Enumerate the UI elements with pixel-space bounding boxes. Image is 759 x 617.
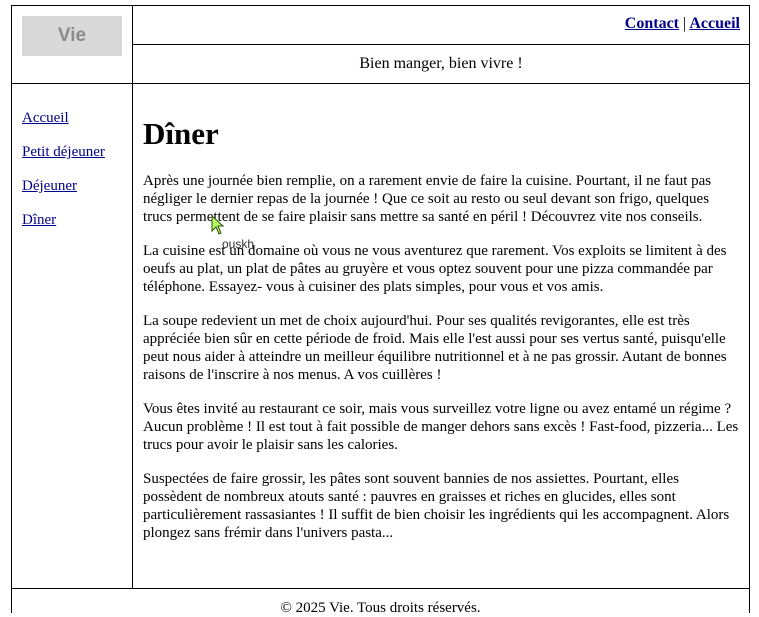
nav-separator: | (683, 15, 687, 32)
site-footer: © 2025 Vie. Tous droits réservés. (280, 600, 481, 616)
article-paragraph-4: Vous êtes invité au restaurant ce soir, … (143, 401, 739, 453)
frame-top-line (12, 5, 749, 6)
site-tagline: Bien manger, bien vivre ! (359, 55, 523, 72)
sidebar-nav: Accueil Petit déjeuner Déjeuner Dîner (22, 109, 105, 245)
page-title: Dîner (143, 116, 219, 151)
main-content: Dîner Après une journée bien remplie, on… (143, 116, 741, 558)
sidebar-item-petit-dejeuner[interactable]: Petit déjeuner (22, 143, 105, 161)
sidebar-item-diner[interactable]: Dîner (22, 211, 105, 229)
frame-right-line (749, 5, 750, 613)
header-bottom-line (12, 83, 749, 84)
article-paragraph-2: La cuisine est un domaine où vous ne vou… (143, 243, 727, 295)
accueil-link[interactable]: Accueil (689, 15, 740, 32)
contact-link[interactable]: Contact (625, 15, 679, 32)
nav-tagline-divider (133, 44, 749, 45)
header-divider-vertical (132, 5, 133, 588)
frame-left-line (11, 5, 12, 613)
sidebar-item-dejeuner[interactable]: Déjeuner (22, 177, 105, 195)
sidebar-item-accueil[interactable]: Accueil (22, 109, 105, 127)
article-paragraph-5: Suspectées de faire grossir, les pâtes s… (143, 471, 730, 541)
site-logo[interactable]: Vie (22, 16, 122, 56)
footer-top-line (12, 588, 749, 589)
top-nav: Contact | Accueil (625, 15, 740, 33)
article-paragraph-1: Après une journée bien remplie, on a rar… (143, 173, 712, 225)
article-paragraph-3: La soupe redevient un met de choix aujou… (143, 313, 727, 383)
